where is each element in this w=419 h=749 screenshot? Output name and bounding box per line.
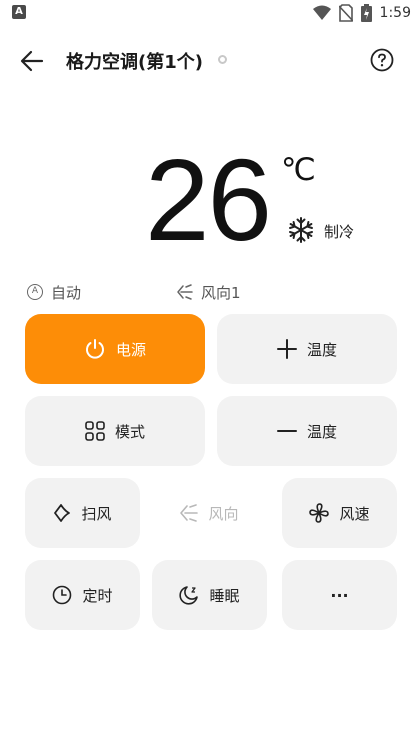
no-sim-icon xyxy=(338,4,353,22)
timer-label: 定时 xyxy=(82,586,113,605)
direction-button[interactable]: 风向 xyxy=(152,478,267,548)
temperature-value: 26 xyxy=(145,135,272,265)
more-icon: ··· xyxy=(330,585,349,605)
fan-speed-button[interactable]: 风速 xyxy=(282,478,397,548)
more-button[interactable]: ··· xyxy=(282,560,397,630)
grid-icon xyxy=(85,421,105,441)
sweep-icon xyxy=(54,504,71,522)
wind-direction-icon xyxy=(180,504,199,522)
wifi-icon xyxy=(312,5,331,20)
mode-button-label: 模式 xyxy=(114,422,145,441)
power-icon xyxy=(86,339,104,359)
fan-icon xyxy=(309,503,330,523)
mode-label: 制冷 xyxy=(324,223,355,241)
battery-charging-icon xyxy=(360,4,372,22)
clock-icon xyxy=(53,585,72,605)
sleep-label: 睡眠 xyxy=(209,586,240,605)
status-icons: 1:59 xyxy=(312,3,411,23)
snowflake-icon xyxy=(289,217,313,243)
wind-direction-icon xyxy=(177,284,193,300)
power-label: 电源 xyxy=(115,340,146,359)
auto-label: 自动 xyxy=(51,283,82,302)
sweep-button[interactable]: 扫风 xyxy=(25,478,140,548)
question-circle-icon[interactable] xyxy=(370,48,394,72)
status-bar: A 1:59 xyxy=(0,0,419,26)
temp-up-label: 温度 xyxy=(306,340,337,359)
auto-indicator: A 自动 xyxy=(27,281,81,303)
direction-label: 风向 xyxy=(208,504,239,523)
mode-button[interactable]: 模式 xyxy=(25,396,205,466)
temp-down-label: 温度 xyxy=(306,422,337,441)
app-bar: 格力空调(第1个) xyxy=(0,38,419,82)
arrow-left-icon[interactable] xyxy=(18,47,46,75)
fan-speed-label: 风速 xyxy=(339,504,370,523)
sleep-button[interactable]: 睡眠 xyxy=(152,560,267,630)
minus-icon xyxy=(276,430,297,432)
sweep-label: 扫风 xyxy=(81,504,112,523)
plus-icon xyxy=(276,339,297,359)
moon-icon xyxy=(179,586,199,605)
timer-button[interactable]: 定时 xyxy=(25,560,140,630)
connection-status-dot xyxy=(218,55,227,64)
app-notification-icon: A xyxy=(12,5,26,19)
temperature-unit: ℃ xyxy=(281,152,316,188)
temp-down-button[interactable]: 温度 xyxy=(217,396,397,466)
wind-direction-label: 风向1 xyxy=(201,283,241,302)
status-time: 1:59 xyxy=(379,5,411,21)
auto-icon: A xyxy=(27,284,43,300)
power-button[interactable]: 电源 xyxy=(25,314,205,384)
temp-up-button[interactable]: 温度 xyxy=(217,314,397,384)
wind-direction-indicator: 风向1 xyxy=(177,281,241,303)
page-title: 格力空调(第1个) xyxy=(66,52,203,73)
